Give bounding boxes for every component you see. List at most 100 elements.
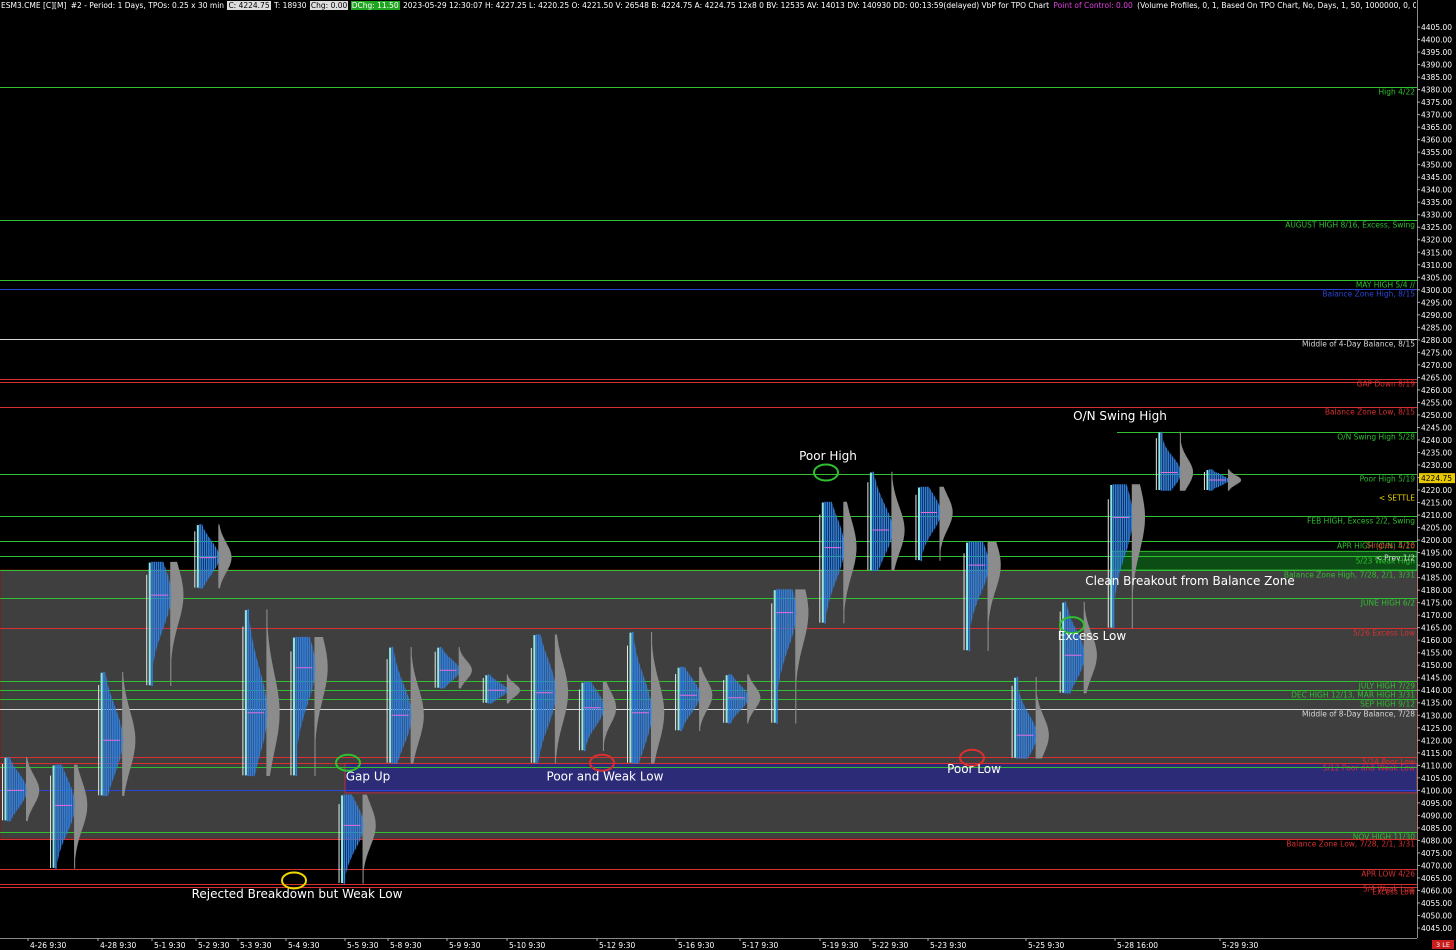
price-tick-label-4320: 4320.00 <box>1421 236 1452 245</box>
session-tpo-5-22 <box>920 486 941 561</box>
price-tick-label-4045: 4045.00 <box>1421 924 1452 933</box>
price-tick-label-4275: 4275.00 <box>1421 348 1452 357</box>
time-tick-label-15: 5-23 9:30 <box>930 941 966 950</box>
level-label-25: Balance Zone Low, 7/28, 2/1, 3/31 <box>1286 840 1415 849</box>
time-tick-label-1: 4-28 9:30 <box>100 941 136 950</box>
annotation-6: Poor Low <box>947 762 1001 776</box>
price-tick-label-4330: 4330.00 <box>1421 211 1452 220</box>
price-tick-label-4295: 4295.00 <box>1421 298 1452 307</box>
level-label-7: Balance Zone Low, 8/15 <box>1325 408 1415 417</box>
price-tick-label-4125: 4125.00 <box>1421 724 1452 733</box>
time-tick-label-0: 4-26 9:30 <box>30 941 66 950</box>
session-volume-5-22 <box>939 486 953 561</box>
time-tick-label-13: 5-19 9:30 <box>822 941 858 950</box>
price-tick-label-4135: 4135.00 <box>1421 699 1452 708</box>
annotation-0: O/N Swing High <box>1073 409 1167 423</box>
level-label-8: O/N Swing High 5/28 <box>1337 433 1415 442</box>
price-tick-label-4105: 4105.00 <box>1421 774 1452 783</box>
right-tag-1: Singles, 5/26 <box>1366 541 1415 550</box>
level-label-1: AUGUST HIGH 8/16, Excess, Swing <box>1285 221 1415 230</box>
price-tick-label-4190: 4190.00 <box>1421 561 1452 570</box>
time-tick-label-18: 5-29 9:30 <box>1222 941 1258 950</box>
price-tick-label-4385: 4385.00 <box>1421 73 1452 82</box>
annotation-1: Poor High <box>799 449 857 463</box>
session-tpo-5-19 <box>872 471 893 571</box>
price-tick-label-4095: 4095.00 <box>1421 799 1452 808</box>
price-tick-label-4140: 4140.00 <box>1421 686 1452 695</box>
level-label-9: Poor High 5/19 <box>1360 475 1416 484</box>
price-tick-label-4305: 4305.00 <box>1421 273 1452 282</box>
session-volume-5-28 <box>1179 431 1194 491</box>
price-tick-label-4360: 4360.00 <box>1421 136 1452 145</box>
level-label-28: Excess Low <box>1372 888 1415 897</box>
time-tick-label-4: 5-3 9:30 <box>240 941 272 950</box>
level-label-17: DEC HIGH 12/13, MAR HIGH 3/31 <box>1291 691 1415 700</box>
price-tick-label-4355: 4355.00 <box>1421 148 1452 157</box>
price-tick-label-4240: 4240.00 <box>1421 436 1452 445</box>
level-label-4: Middle of 4-Day Balance, 8/15 <box>1302 340 1415 349</box>
annotation-3: Excess Low <box>1058 629 1127 643</box>
price-tick-label-4365: 4365.00 <box>1421 123 1452 132</box>
price-tick-label-4310: 4310.00 <box>1421 261 1452 270</box>
price-tick-label-4235: 4235.00 <box>1421 448 1452 457</box>
price-tick-label-4290: 4290.00 <box>1421 311 1452 320</box>
price-tick-label-4120: 4120.00 <box>1421 736 1452 745</box>
price-tick-label-4390: 4390.00 <box>1421 61 1452 70</box>
level-label-13: Balance Zone High, 7/28, 2/1, 3/31 <box>1284 571 1415 580</box>
level-label-19: Middle of 8-Day Balance, 7/28 <box>1302 710 1415 719</box>
session-volume-5-19 <box>891 471 905 571</box>
level-label-2: MAY HIGH 5/4 // <box>1356 281 1416 290</box>
right-tag-2: < Prev 1/2 <box>1376 554 1416 563</box>
level-label-14: JUNE HIGH 6/2 <box>1360 599 1415 608</box>
price-tick-label-4205: 4205.00 <box>1421 524 1452 533</box>
time-tick-label-2: 5-1 9:30 <box>154 941 186 950</box>
current-price-label: 4224.75 <box>1421 474 1452 483</box>
time-tick-label-7: 5-8 9:30 <box>390 941 422 950</box>
price-tick-label-4185: 4185.00 <box>1421 574 1452 583</box>
time-tick-label-3: 5-2 9:30 <box>198 941 230 950</box>
price-tick-label-4300: 4300.00 <box>1421 286 1452 295</box>
price-tick-label-4400: 4400.00 <box>1421 36 1452 45</box>
price-tick-label-4080: 4080.00 <box>1421 836 1452 845</box>
annotation-5: Poor and Weak Low <box>547 769 664 783</box>
price-tick-label-4115: 4115.00 <box>1421 749 1452 758</box>
price-tick-label-4220: 4220.00 <box>1421 486 1452 495</box>
level-label-3: Balance Zone High, 8/15 <box>1322 290 1415 299</box>
price-tick-label-4335: 4335.00 <box>1421 198 1452 207</box>
status-badge: 3 LE <box>1436 941 1450 949</box>
price-tick-label-4395: 4395.00 <box>1421 48 1452 57</box>
price-tick-label-4075: 4075.00 <box>1421 849 1452 858</box>
price-tick-label-4200: 4200.00 <box>1421 536 1452 545</box>
time-tick-label-12: 5-17 9:30 <box>742 941 778 950</box>
level-label-16: JULY HIGH 7/29 <box>1358 682 1416 691</box>
price-tick-label-4110: 4110.00 <box>1421 761 1452 770</box>
time-tick-label-5: 5-4 9:30 <box>288 941 320 950</box>
price-tick-label-4405: 4405.00 <box>1421 23 1452 32</box>
level-label-26: APR LOW 4/26 <box>1361 870 1415 879</box>
time-tick-label-8: 5-9 9:30 <box>449 941 481 950</box>
price-tick-label-4280: 4280.00 <box>1421 336 1452 345</box>
price-tick-label-4260: 4260.00 <box>1421 386 1452 395</box>
price-tick-label-4255: 4255.00 <box>1421 398 1452 407</box>
price-tick-label-4350: 4350.00 <box>1421 161 1452 170</box>
session-volume-5-29 <box>1227 469 1242 491</box>
price-tick-label-4380: 4380.00 <box>1421 86 1452 95</box>
price-tick-label-4210: 4210.00 <box>1421 511 1452 520</box>
price-tick-label-4230: 4230.00 <box>1421 461 1452 470</box>
market-profile-chart[interactable]: High 4/22 AUGUST HIGH 8/16, Excess, Swing… <box>0 0 1456 950</box>
price-tick-label-4065: 4065.00 <box>1421 874 1452 883</box>
price-tick-label-4375: 4375.00 <box>1421 98 1452 107</box>
time-tick-label-10: 5-12 9:30 <box>599 941 635 950</box>
price-tick-label-4130: 4130.00 <box>1421 711 1452 720</box>
price-tick-label-4180: 4180.00 <box>1421 586 1452 595</box>
price-tick-label-4270: 4270.00 <box>1421 361 1452 370</box>
price-tick-label-4215: 4215.00 <box>1421 499 1452 508</box>
level-label-5: GAP Down 8/19 <box>1357 380 1416 389</box>
price-tick-label-4265: 4265.00 <box>1421 373 1452 382</box>
price-tick-label-4150: 4150.00 <box>1421 661 1452 670</box>
level-label-15: 5/26 Excess Low <box>1353 629 1415 638</box>
price-tick-label-4085: 4085.00 <box>1421 824 1452 833</box>
price-tick-label-4145: 4145.00 <box>1421 674 1452 683</box>
price-tick-label-4070: 4070.00 <box>1421 861 1452 870</box>
level-label-10: FEB HIGH, Excess 2/2, Swing <box>1307 517 1415 526</box>
